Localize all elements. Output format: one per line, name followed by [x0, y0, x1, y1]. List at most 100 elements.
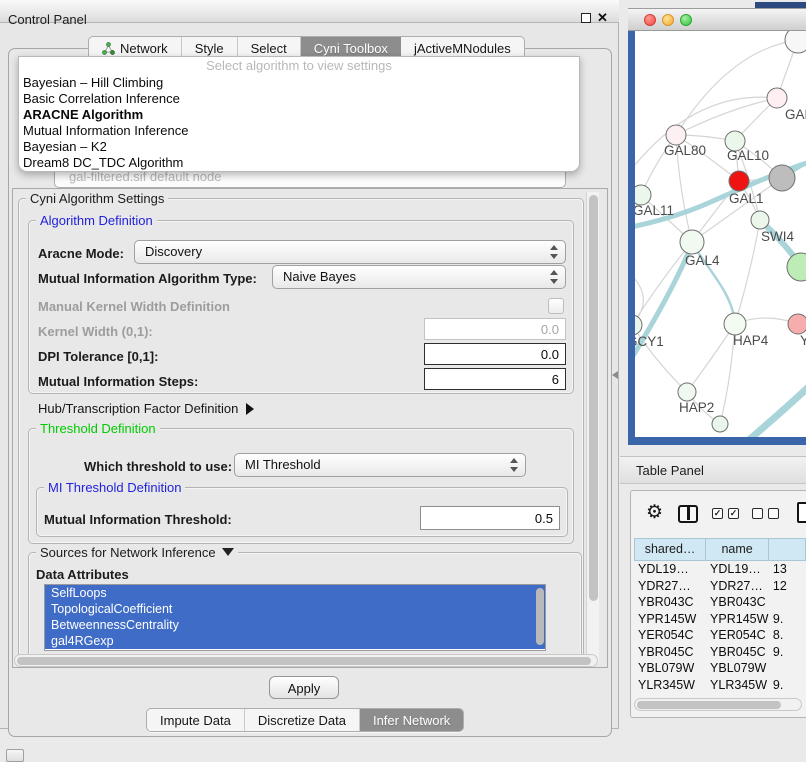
dpi-tolerance-label: DPI Tolerance [0,1]: [38, 349, 158, 364]
algorithm-option-dream8-dc-tdc-algorithm[interactable]: Dream8 DC_TDC Algorithm [19, 155, 579, 171]
tab-label: Cyni Toolbox [314, 41, 388, 56]
data-attributes-list[interactable]: SelfLoopsTopologicalCoefficientBetweenne… [44, 584, 546, 651]
tab-discretize-data[interactable]: Discretize Data [245, 709, 360, 731]
apply-button[interactable]: Apply [269, 676, 339, 699]
network-node-hap4[interactable] [724, 313, 746, 335]
float-window-icon[interactable] [581, 13, 591, 23]
mi-algorithm-type-label: Mutual Information Algorithm Type: [38, 271, 257, 286]
table-horizontal-scrollbar[interactable] [634, 698, 802, 711]
algorithm-dropdown: Select algorithm to view settings Bayesi… [18, 56, 580, 172]
table-hscroll-thumb[interactable] [637, 701, 781, 709]
network-window-titlebar [628, 8, 806, 31]
table-row[interactable]: YDL19…YDL19…13 [634, 561, 806, 578]
attribute-item-selfloops[interactable]: SelfLoops [45, 585, 545, 601]
table-row[interactable]: YIL052CYIL052C9 [634, 693, 806, 696]
tab-label: jActiveMNodules [414, 41, 511, 56]
zoom-traffic-icon[interactable] [680, 14, 692, 26]
network-node-gcy1[interactable] [635, 315, 642, 335]
network-edge-thick [743, 379, 806, 437]
attribute-item-gal4rgexp[interactable]: gal4RGexp [45, 633, 545, 649]
hub-definition-label: Hub/Transcription Factor Definition [38, 401, 238, 416]
table-cell: 13 [769, 561, 806, 578]
control-panel-titlebar [0, 0, 619, 23]
mi-algorithm-type-select[interactable]: Naive Bayes [272, 265, 566, 289]
network-node-pink-right[interactable] [788, 314, 806, 334]
table-row[interactable]: YPR145WYPR145W9. [634, 611, 806, 628]
network-edge [735, 220, 760, 324]
settings-horizontal-scrollbar[interactable] [14, 654, 598, 667]
algorithm-option-mutual-information-inference[interactable]: Mutual Information Inference [19, 123, 579, 139]
network-canvas[interactable]: GALGAL80GAL10GAL1GAL11SWI4GAL4GCY1HAP4YH… [635, 31, 806, 437]
table-row[interactable]: YER054CYER054C8. [634, 627, 806, 644]
gear-icon[interactable]: ⚙ [646, 503, 663, 522]
column-header-col3[interactable] [769, 538, 806, 561]
table-cell: YIL052C [634, 693, 706, 696]
network-node-gal4[interactable] [680, 230, 704, 254]
attribute-item-topologicalcoefficient[interactable]: TopologicalCoefficient [45, 601, 545, 617]
cyni-algorithm-settings-title: Cyni Algorithm Settings [26, 191, 168, 206]
table-cell: YDR27… [634, 578, 706, 595]
mi-steps-field[interactable] [424, 368, 566, 390]
document-icon[interactable] [797, 502, 806, 523]
attribute-item-betweennesscentrality[interactable]: BetweennessCentrality [45, 617, 545, 633]
table-row[interactable]: YLR345WYLR345W9. [634, 677, 806, 694]
algorithm-option-aracne-algorithm[interactable]: ARACNE Algorithm [19, 107, 579, 123]
splitter-collapse-arrow[interactable] [612, 371, 618, 379]
network-node-gray[interactable] [769, 165, 795, 191]
node-label-gal10: GAL10 [727, 148, 769, 163]
dpi-tolerance-field[interactable] [424, 343, 566, 365]
node-label-gal-right: GAL [785, 107, 806, 122]
collapsed-panel-icon[interactable] [6, 749, 24, 762]
node-table[interactable]: shared…name YDL19…YDL19…13YDR27…YDR27…12… [634, 538, 806, 696]
table-row[interactable]: YBR043CYBR043C [634, 594, 806, 611]
minimize-traffic-icon[interactable] [662, 14, 674, 26]
attributes-scrollbar-thumb[interactable] [536, 588, 544, 645]
network-node-gal80[interactable] [666, 125, 686, 145]
hub-definition-disclosure[interactable]: Hub/Transcription Factor Definition [38, 401, 254, 416]
table-cell: 8. [769, 627, 806, 644]
network-node-green-right[interactable] [787, 253, 806, 281]
mi-threshold-label: Mutual Information Threshold: [44, 512, 232, 527]
settings-hscroll-thumb[interactable] [17, 657, 591, 665]
table-cell: YPR145W [706, 611, 769, 628]
deselect-all-icon[interactable] [752, 508, 782, 520]
algorithm-option-bayesian-hill-climbing[interactable]: Bayesian – Hill Climbing [19, 75, 579, 91]
aracne-mode-select[interactable]: Discovery [134, 240, 566, 264]
which-threshold-select[interactable]: MI Threshold [234, 453, 526, 477]
kernel-width-field[interactable] [424, 318, 566, 340]
settings-vertical-scrollbar[interactable] [586, 192, 599, 664]
expanded-arrow-icon [222, 548, 234, 556]
network-node-bottom[interactable] [712, 416, 728, 432]
table-cell: 9. [769, 677, 806, 694]
table-cell: YLR345W [706, 677, 769, 694]
tab-impute-data[interactable]: Impute Data [147, 709, 245, 731]
table-row[interactable]: YBR045CYBR045C9. [634, 644, 806, 661]
aracne-mode-value: Discovery [145, 244, 202, 259]
network-node-top[interactable] [785, 31, 806, 53]
column-header-shared[interactable]: shared… [634, 538, 706, 561]
tab-infer-network[interactable]: Infer Network [360, 709, 463, 731]
algorithm-option-bayesian-k2[interactable]: Bayesian – K2 [19, 139, 579, 155]
node-label-hap4: HAP4 [733, 333, 769, 348]
mi-threshold-field[interactable] [420, 506, 560, 530]
columns-icon[interactable] [678, 505, 698, 523]
close-icon[interactable]: ✕ [597, 10, 608, 26]
network-node-gal-right[interactable] [767, 88, 787, 108]
network-node-gal11[interactable] [635, 185, 651, 205]
stepper-icon [548, 244, 559, 260]
network-node-hap2[interactable] [678, 383, 696, 401]
table-row[interactable]: YDR27…YDR27…12 [634, 578, 806, 595]
network-node-gal1[interactable] [729, 171, 749, 191]
column-header-name[interactable]: name [706, 538, 769, 561]
table-cell: YIL052C [706, 693, 769, 696]
settings-vscroll-thumb[interactable] [589, 195, 598, 601]
mi-threshold-definition-title: MI Threshold Definition [44, 480, 185, 495]
select-all-icon[interactable]: ✓✓ [712, 508, 742, 520]
table-row[interactable]: YBL079WYBL079W [634, 660, 806, 677]
table-cell: 9. [769, 611, 806, 628]
network-node-swi4[interactable] [751, 211, 769, 229]
manual-kernel-width-checkbox[interactable] [548, 298, 564, 314]
node-label-gal80: GAL80 [664, 143, 706, 158]
algorithm-option-basic-correlation-inference[interactable]: Basic Correlation Inference [19, 91, 579, 107]
close-traffic-icon[interactable] [644, 14, 656, 26]
